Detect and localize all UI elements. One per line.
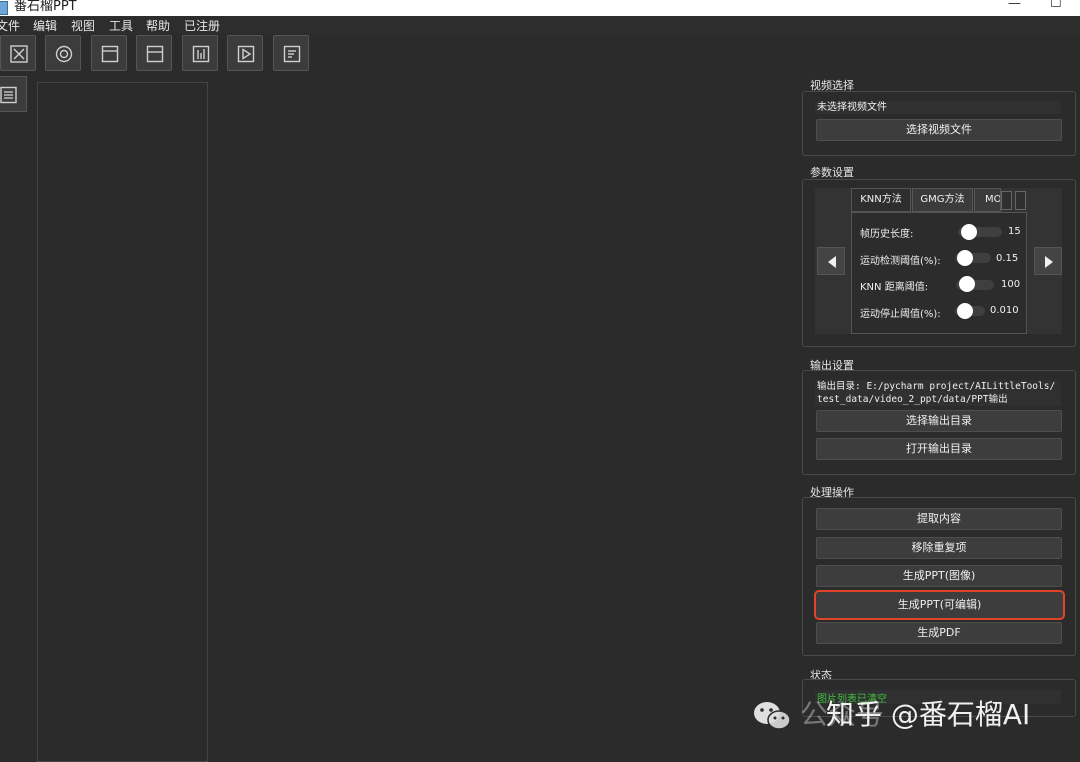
arrow-left-icon xyxy=(828,256,836,268)
select-video-button[interactable]: 选择视频文件 xyxy=(816,119,1062,141)
window-button[interactable] xyxy=(136,35,172,71)
list-icon xyxy=(0,86,17,104)
tab-mog[interactable]: MOG xyxy=(974,188,1001,212)
toolbar xyxy=(0,34,1080,74)
menu-bar: 文件 编辑 视图 工具 帮助 已注册 xyxy=(0,16,1080,34)
video-file-label: 未选择视频文件 xyxy=(815,101,1061,114)
remove-duplicates-button[interactable]: 移除重复项 xyxy=(816,537,1062,559)
chart-button[interactable] xyxy=(182,35,218,71)
param-label-knn-distance: KNN 距离阈值: xyxy=(860,282,929,293)
params-title: 参数设置 xyxy=(810,166,854,179)
method-tabs: KNN方法 GMG方法 MOG xyxy=(851,188,1027,212)
menu-registered[interactable]: 已注册 xyxy=(184,17,220,34)
play-icon xyxy=(237,45,255,63)
generate-ppt-image-button[interactable]: 生成PPT(图像) xyxy=(816,565,1062,587)
menu-help[interactable]: 帮助 xyxy=(146,17,170,34)
app-icon xyxy=(0,1,8,15)
param-value-history: 15 xyxy=(1008,226,1021,237)
menu-edit[interactable]: 编辑 xyxy=(33,17,57,34)
tab-scroll-left[interactable] xyxy=(1001,191,1012,210)
window-title: 番石榴PPT xyxy=(14,0,77,14)
tab-gmg[interactable]: GMG方法 xyxy=(912,188,973,212)
select-output-dir-button[interactable]: 选择输出目录 xyxy=(816,410,1062,432)
document-button[interactable] xyxy=(273,35,309,71)
param-label-history: 帧历史长度: xyxy=(860,229,914,240)
clear-icon xyxy=(10,45,28,63)
image-list-panel[interactable] xyxy=(37,82,208,762)
sidebar-toggle-button[interactable] xyxy=(0,76,27,112)
play-button[interactable] xyxy=(227,35,263,71)
param-label-motion-threshold: 运动检测阈值(%): xyxy=(860,256,941,267)
title-bar: 番石榴PPT — ☐ xyxy=(0,0,1080,16)
next-page-button[interactable] xyxy=(1034,247,1062,275)
history-slider-knob[interactable] xyxy=(961,224,977,240)
maximize-icon[interactable]: ☐ xyxy=(1050,0,1062,11)
window-icon xyxy=(146,45,164,63)
arrow-right-icon xyxy=(1045,256,1053,268)
generate-pdf-button[interactable]: 生成PDF xyxy=(816,622,1062,644)
layout-button[interactable] xyxy=(91,35,127,71)
param-value-stop-threshold: 0.010 xyxy=(990,305,1019,316)
watermark-main: 知乎 @番石榴AI xyxy=(826,693,1030,733)
watermark-text: 知乎 @番石榴AI xyxy=(826,698,1031,731)
tab-scroll-right[interactable] xyxy=(1015,191,1026,210)
menu-view[interactable]: 视图 xyxy=(71,17,95,34)
wechat-icon xyxy=(754,702,791,730)
menu-tools[interactable]: 工具 xyxy=(109,17,133,34)
prev-page-button[interactable] xyxy=(817,247,845,275)
minimize-icon[interactable]: — xyxy=(1008,0,1021,11)
clear-button[interactable] xyxy=(0,35,36,71)
motion-threshold-slider-knob[interactable] xyxy=(957,250,973,266)
target-button[interactable] xyxy=(45,35,81,71)
param-label-stop-threshold: 运动停止阈值(%): xyxy=(860,309,941,320)
extract-content-button[interactable]: 提取内容 xyxy=(816,508,1062,530)
param-value-knn-distance: 100 xyxy=(1001,279,1021,290)
param-value-motion-threshold: 0.15 xyxy=(996,253,1019,264)
output-dir-line2: test_data/video_2_ppt/data/PPT输出 xyxy=(817,394,1008,405)
stop-threshold-slider-knob[interactable] xyxy=(957,303,973,319)
open-output-dir-button[interactable]: 打开输出目录 xyxy=(816,438,1062,460)
knn-distance-slider-knob[interactable] xyxy=(959,276,975,292)
output-dir-line1: 输出目录: E:/pycharm project/AILittleTools/ xyxy=(817,381,1056,392)
target-icon xyxy=(55,45,73,63)
bar-chart-icon xyxy=(192,45,210,63)
output-dir-label: 输出目录: E:/pycharm project/AILittleTools/ … xyxy=(815,380,1061,406)
document-icon xyxy=(283,45,301,63)
generate-ppt-editable-button[interactable]: 生成PPT(可编辑) xyxy=(814,590,1065,620)
layout-icon xyxy=(101,45,119,63)
tab-knn[interactable]: KNN方法 xyxy=(851,188,911,212)
menu-file[interactable]: 文件 xyxy=(0,17,20,34)
